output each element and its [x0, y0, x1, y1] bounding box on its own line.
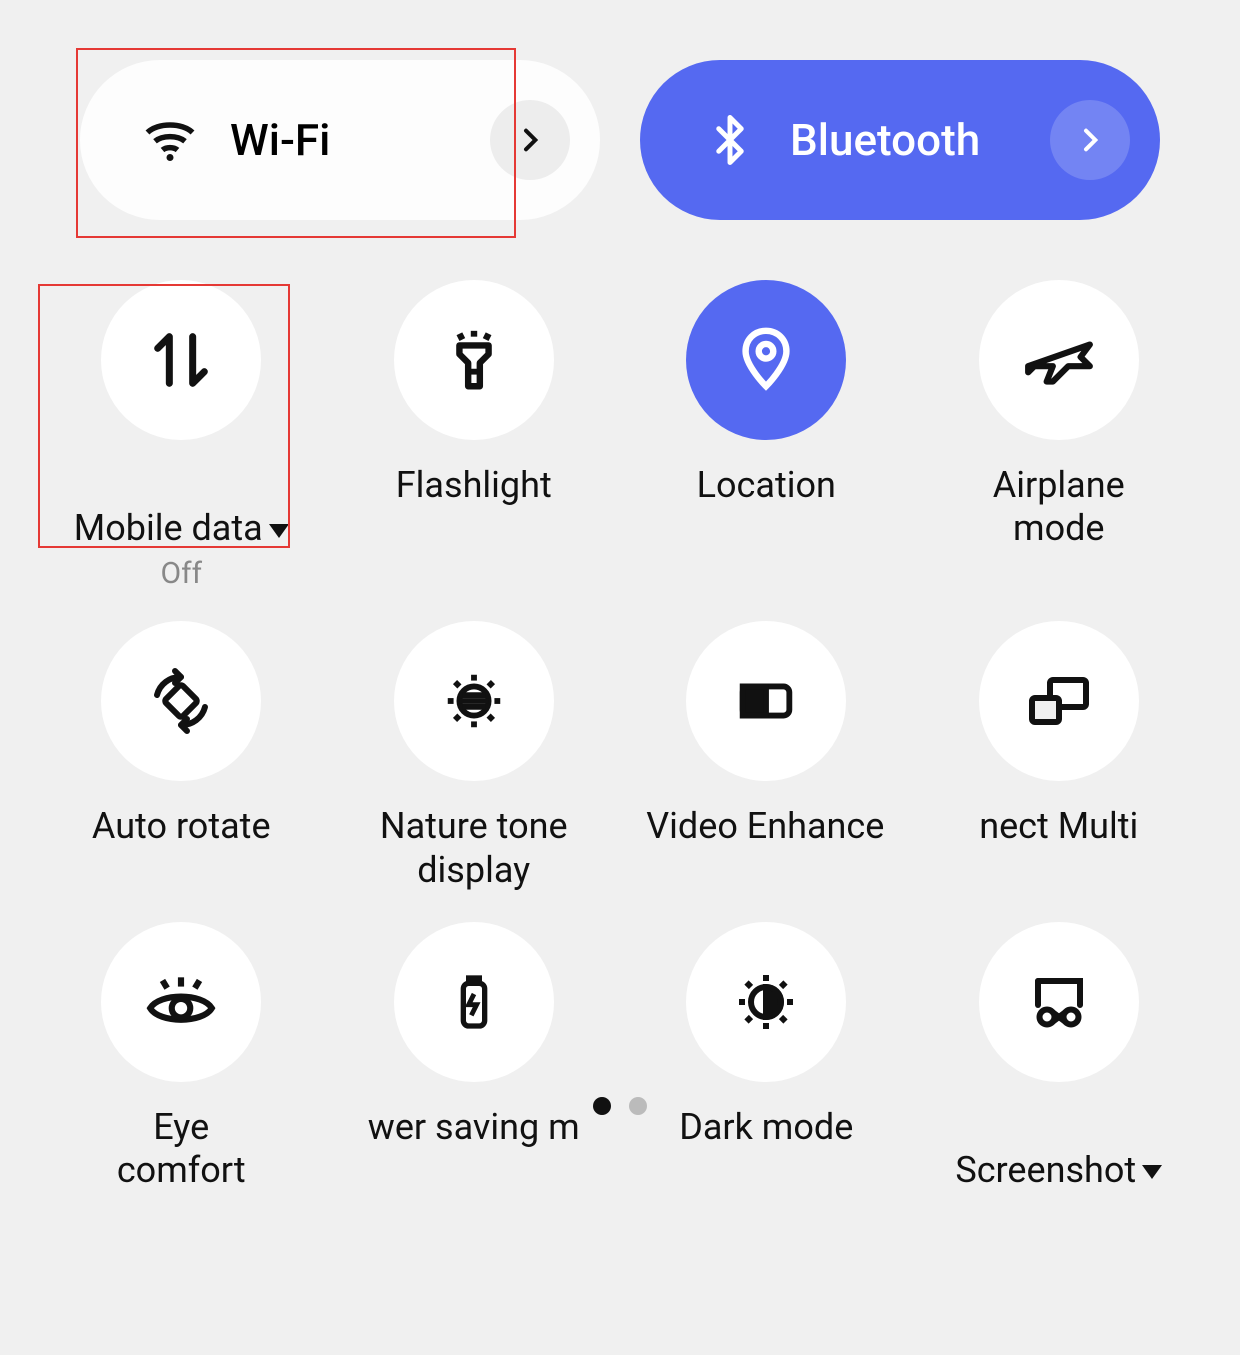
- tile-video-enhancer[interactable]: Video Enhancer: [625, 621, 908, 891]
- tile-dark-mode[interactable]: Dark mode: [625, 922, 908, 1192]
- power-saving-icon-circle: [394, 922, 554, 1082]
- auto-rotate-icon-circle: [101, 621, 261, 781]
- flashlight-icon-circle: [394, 280, 554, 440]
- airplane-icon-circle: [979, 280, 1139, 440]
- auto-rotate-label: Auto rotate: [92, 805, 271, 848]
- eye-comfort-icon: [144, 965, 218, 1039]
- eye-comfort-label: Eye comfort: [117, 1106, 246, 1192]
- bluetooth-icon: [700, 110, 760, 170]
- location-icon: [731, 325, 801, 395]
- pagination-dots: [593, 1097, 647, 1115]
- screenshot-icon-circle: [979, 922, 1139, 1082]
- tile-power-saving[interactable]: wer saving m: [333, 922, 616, 1192]
- quick-settings-grid: Mobile data Off Flashlight Location: [0, 220, 1240, 1192]
- video-enhancer-icon: [731, 666, 801, 736]
- tile-airplane-mode[interactable]: Airplane mode: [918, 280, 1201, 591]
- mobile-data-label: Mobile data: [74, 464, 289, 550]
- tile-nature-tone[interactable]: Nature tone display: [333, 621, 616, 891]
- chevron-down-icon: [1142, 1165, 1162, 1179]
- battery-icon: [442, 970, 506, 1034]
- location-label: Location: [697, 464, 836, 507]
- dark-mode-label: Dark mode: [679, 1106, 853, 1149]
- tile-mobile-data[interactable]: Mobile data Off: [40, 280, 323, 591]
- wifi-pill[interactable]: Wi-Fi: [80, 60, 600, 220]
- bluetooth-expand-button[interactable]: [1050, 100, 1130, 180]
- bluetooth-pill[interactable]: Bluetooth: [640, 60, 1160, 220]
- airplane-label: Airplane mode: [993, 464, 1125, 550]
- flashlight-icon: [439, 325, 509, 395]
- tile-auto-rotate[interactable]: Auto rotate: [40, 621, 323, 891]
- video-enhancer-label: Video Enhancer: [646, 805, 886, 848]
- tile-location[interactable]: Location: [625, 280, 908, 591]
- tile-flashlight[interactable]: Flashlight: [333, 280, 616, 591]
- dark-mode-icon: [730, 966, 802, 1038]
- tile-eye-comfort[interactable]: Eye comfort: [40, 922, 323, 1192]
- screenshot-label: Screenshot: [955, 1106, 1162, 1192]
- dark-mode-icon-circle: [686, 922, 846, 1082]
- flashlight-label: Flashlight: [396, 464, 552, 507]
- power-saving-label: wer saving m: [368, 1106, 580, 1149]
- auto-rotate-icon: [145, 665, 217, 737]
- nature-tone-icon: [439, 666, 509, 736]
- nature-tone-label: Nature tone display: [380, 805, 568, 891]
- quick-settings-pill-row: Wi-Fi Bluetooth: [0, 0, 1240, 220]
- wifi-label: Wi-Fi: [230, 114, 490, 166]
- page-dot-1[interactable]: [593, 1097, 611, 1115]
- chevron-right-icon: [514, 124, 546, 156]
- multi-connect-label: nect Multi: [979, 805, 1138, 848]
- location-icon-circle: [686, 280, 846, 440]
- bluetooth-label: Bluetooth: [790, 114, 1050, 166]
- chevron-right-icon: [1074, 124, 1106, 156]
- video-enhancer-icon-circle: [686, 621, 846, 781]
- screenshot-icon: [1023, 966, 1095, 1038]
- mobile-data-status: Off: [161, 556, 203, 591]
- page-dot-2[interactable]: [629, 1097, 647, 1115]
- tile-screenshot[interactable]: Screenshot: [918, 922, 1201, 1192]
- chevron-down-icon: [269, 524, 289, 538]
- mobile-data-icon-circle: [101, 280, 261, 440]
- multi-connect-icon: [1023, 665, 1095, 737]
- airplane-icon: [1022, 323, 1096, 397]
- tile-multi-connect[interactable]: nect Multi: [918, 621, 1201, 891]
- eye-comfort-icon-circle: [101, 922, 261, 1082]
- wifi-expand-button[interactable]: [490, 100, 570, 180]
- nature-tone-icon-circle: [394, 621, 554, 781]
- multi-connect-icon-circle: [979, 621, 1139, 781]
- mobile-data-icon: [146, 325, 216, 395]
- wifi-icon: [140, 110, 200, 170]
